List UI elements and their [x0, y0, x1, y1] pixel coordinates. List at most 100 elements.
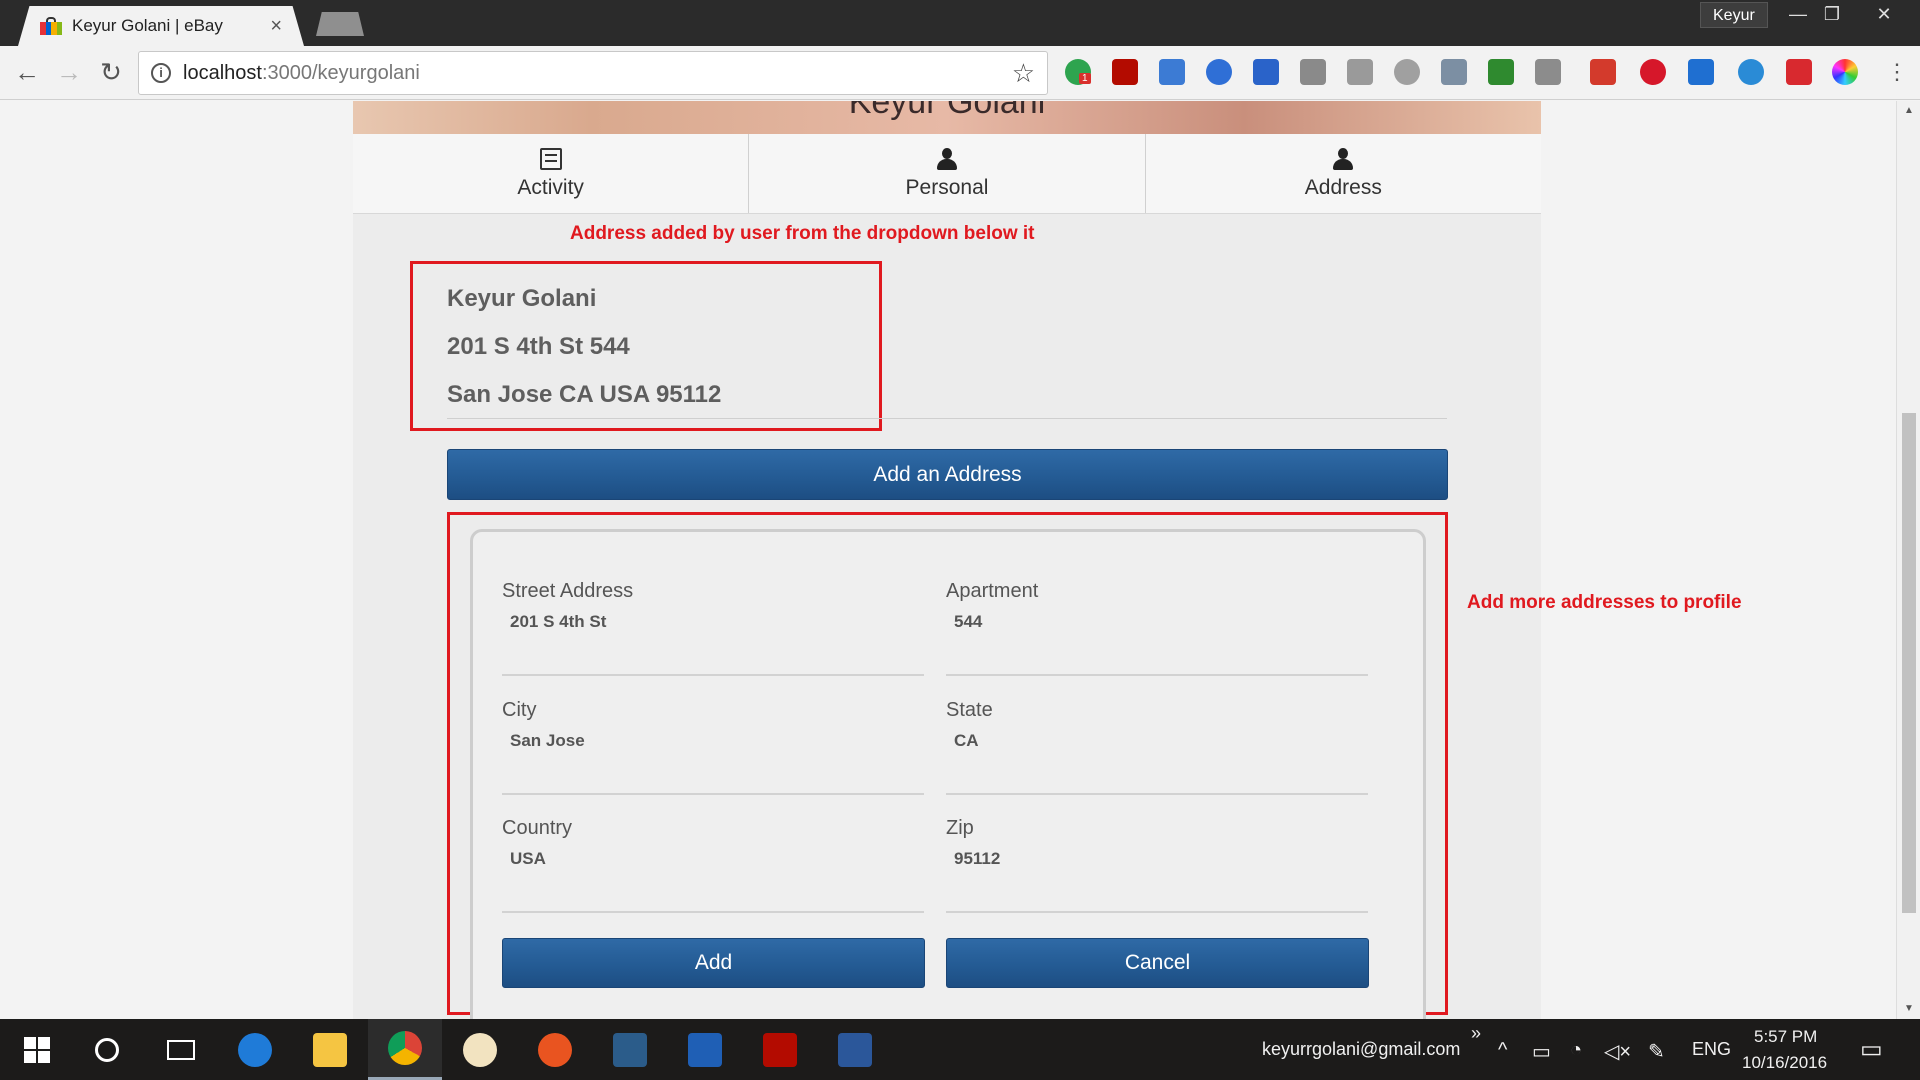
tab-activity[interactable]: Activity [353, 134, 750, 213]
tray-chevron-icon[interactable]: ^ [1498, 1039, 1507, 1062]
acrobat-extension-icon[interactable] [1112, 59, 1138, 85]
extension-green-icon[interactable]: 1 [1065, 59, 1091, 85]
windows-taskbar: keyurrgolani@gmail.com » ^ ▭ ◔ ◁× ✎ ENG … [0, 1019, 1920, 1080]
user-icon [936, 147, 958, 170]
clock-time[interactable]: 5:57 PM [1754, 1027, 1817, 1047]
edge-icon[interactable] [218, 1019, 292, 1080]
tab-label: Activity [517, 175, 584, 199]
scroll-down-icon[interactable]: ▼ [1901, 1003, 1917, 1014]
paint-icon[interactable] [443, 1019, 517, 1080]
divider [447, 418, 1447, 419]
browser-tab[interactable]: Keyur Golani | eBay × [18, 6, 304, 46]
apartment-field[interactable]: Apartment 544 [946, 580, 1368, 676]
acrobat-icon[interactable] [743, 1019, 817, 1080]
ubuntu-icon[interactable] [518, 1019, 592, 1080]
address-bar[interactable]: i localhost:3000/keyurgolani ☆ [138, 51, 1048, 95]
annotation-right: Add more addresses to profile [1467, 592, 1742, 613]
saved-address-line1: 201 S 4th St 544 [447, 333, 630, 360]
volume-muted-icon[interactable]: ◁× [1604, 1039, 1631, 1064]
field-value[interactable]: 95112 [954, 849, 1000, 869]
pen-extension-icon[interactable] [1300, 59, 1326, 85]
field-label: Country [502, 817, 573, 839]
add-button[interactable]: Add [502, 938, 925, 988]
field-value[interactable]: 544 [954, 612, 982, 632]
mysql-workbench-icon[interactable] [593, 1019, 667, 1080]
language-indicator[interactable]: ENG [1692, 1039, 1731, 1060]
battery-icon[interactable]: ▭ [1532, 1039, 1551, 1064]
tab-close-icon[interactable]: × [270, 15, 282, 38]
field-label: Zip [946, 817, 974, 839]
tab-personal[interactable]: Personal [749, 134, 1146, 213]
state-field[interactable]: State CA [946, 699, 1368, 795]
chrome-icon[interactable] [368, 1019, 442, 1080]
screen-extension-icon[interactable] [1688, 59, 1714, 85]
toggle-extension-icon[interactable] [1738, 59, 1764, 85]
close-window-icon[interactable]: ✕ [1864, 0, 1904, 30]
new-tab-button[interactable] [316, 12, 364, 36]
clock-date[interactable]: 10/16/2016 [1742, 1053, 1827, 1073]
cancel-button[interactable]: Cancel [946, 938, 1369, 988]
a-extension-icon[interactable] [1394, 59, 1420, 85]
ebay-bag-icon [40, 17, 62, 35]
file-explorer-icon[interactable] [293, 1019, 367, 1080]
page-scrollbar[interactable]: ▲ ▼ [1896, 101, 1920, 1019]
megaphone-extension-icon[interactable] [1253, 59, 1279, 85]
country-field[interactable]: Country USA [502, 817, 924, 913]
book-extension-icon[interactable] [1590, 59, 1616, 85]
bw-extension-icon[interactable] [1488, 59, 1514, 85]
layers-extension-icon[interactable] [1159, 59, 1185, 85]
field-value[interactable]: CA [954, 731, 979, 751]
powershell-icon[interactable] [668, 1019, 742, 1080]
start-icon[interactable] [0, 1019, 74, 1080]
field-value[interactable]: San Jose [510, 731, 585, 751]
street-address-field[interactable]: Street Address 201 S 4th St [502, 580, 924, 676]
annotation-top: Address added by user from the dropdown … [570, 223, 1035, 244]
tab-address[interactable]: Address [1146, 134, 1541, 213]
saved-address-line2: San Jose CA USA 95112 [447, 381, 722, 408]
bookmark-star-icon[interactable]: ☆ [1012, 58, 1035, 89]
action-center-icon[interactable]: ▭ [1860, 1035, 1883, 1064]
toolbar-overflow-icon[interactable]: » [1471, 1023, 1481, 1044]
cortana-icon[interactable] [70, 1019, 144, 1080]
adblock-extension-icon[interactable] [1640, 59, 1666, 85]
scroll-thumb[interactable] [1902, 413, 1916, 913]
window-extension-icon[interactable] [1441, 59, 1467, 85]
shield-grey-extension-icon[interactable] [1535, 59, 1561, 85]
tab-label: Personal [905, 175, 989, 199]
address-form: Street Address 201 S 4th St Apartment 54… [470, 529, 1426, 1019]
shield-blue-extension-icon[interactable] [1206, 59, 1232, 85]
zip-field[interactable]: Zip 95112 [946, 817, 1368, 913]
color-wheel-extension-icon[interactable] [1832, 59, 1858, 85]
email-toolbar-label[interactable]: keyurrgolani@gmail.com [1262, 1039, 1460, 1060]
angular-extension-icon[interactable] [1347, 59, 1373, 85]
star-extension-icon[interactable] [1786, 59, 1812, 85]
wifi-icon[interactable]: ◔ [1570, 1039, 1582, 1062]
task-view-icon[interactable] [144, 1019, 218, 1080]
field-label: Apartment [946, 580, 1039, 602]
back-icon[interactable]: ← [10, 56, 44, 90]
site-info-icon[interactable]: i [151, 63, 171, 83]
profile-banner: Keyur Golani [353, 101, 1541, 134]
profile-name-header: Keyur Golani [848, 101, 1046, 121]
field-label: Street Address [502, 580, 634, 602]
url-text[interactable]: localhost:3000/keyurgolani [183, 62, 1012, 85]
chrome-menu-icon[interactable]: ⋮ [1880, 56, 1914, 90]
field-value[interactable]: USA [510, 849, 546, 869]
scroll-up-icon[interactable]: ▲ [1901, 105, 1917, 116]
profile-container: Keyur Golani Activity Personal Address A… [353, 101, 1541, 1019]
list-icon [539, 147, 562, 170]
forward-icon[interactable]: → [52, 56, 86, 90]
add-an-address-button[interactable]: Add an Address [447, 449, 1448, 500]
field-value[interactable]: 201 S 4th St [510, 612, 606, 632]
browser-toolbar: ← → ↻ i localhost:3000/keyurgolani ☆ 1 ⋮ [0, 46, 1920, 100]
profile-tabs: Activity Personal Address [353, 134, 1541, 214]
word-icon[interactable] [818, 1019, 892, 1080]
profile-button[interactable]: Keyur [1700, 2, 1768, 28]
saved-address-name: Keyur Golani [447, 285, 597, 312]
browser-titlebar: Keyur Golani | eBay × Keyur — ❐ ✕ [0, 0, 1920, 46]
city-field[interactable]: City San Jose [502, 699, 924, 795]
restore-icon[interactable]: ❐ [1812, 0, 1852, 30]
tab-label: Address [1304, 175, 1382, 199]
reload-icon[interactable]: ↻ [94, 56, 128, 90]
pen-icon[interactable]: ✎ [1648, 1039, 1665, 1064]
